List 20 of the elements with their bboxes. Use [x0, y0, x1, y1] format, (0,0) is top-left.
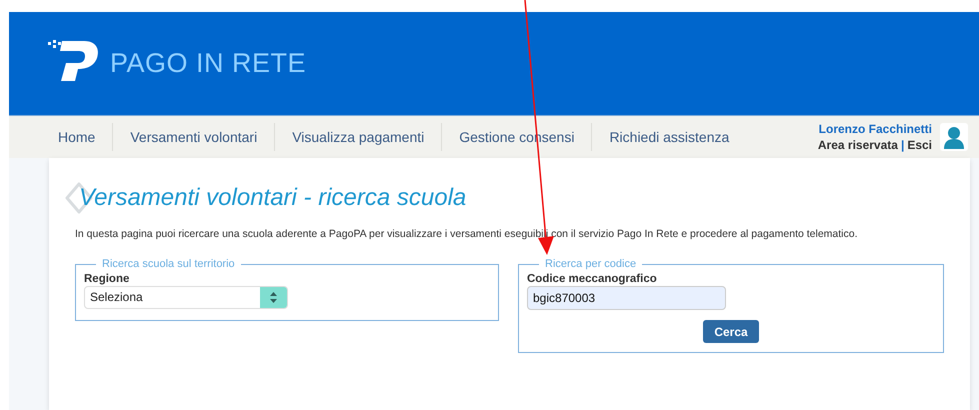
field-label: Codice meccanografico [527, 273, 658, 285]
link-separator: | [900, 137, 904, 153]
nav-link[interactable]: Home [48, 123, 112, 151]
logout-link[interactable]: Esci [907, 137, 932, 153]
reserved-area-link[interactable]: Area riservata [818, 137, 898, 153]
sort-icon [270, 292, 277, 303]
logo-text: PAGO IN RETE [110, 48, 306, 79]
user-name[interactable]: Lorenzo Facchinetti [818, 121, 932, 137]
panel-legend: Ricerca scuola sul territorio [96, 258, 241, 270]
code-input-field[interactable]: bgic870003 [527, 286, 726, 310]
nav-link[interactable]: Versamenti volontari [112, 123, 274, 151]
logo-icon [48, 38, 100, 82]
search-button[interactable]: Cerca [703, 320, 759, 343]
nav-link[interactable]: Richiedi assistenza [591, 123, 746, 151]
page-title: Versamenti volontari - ricerca scuola [79, 184, 466, 212]
panel-legend: Ricerca per codice [539, 258, 642, 270]
field-label: Regione [84, 273, 130, 285]
nav-link[interactable]: Visualizza pagamenti [274, 123, 442, 151]
user-icon[interactable] [940, 123, 968, 151]
region-select[interactable]: Seleziona [84, 286, 288, 309]
